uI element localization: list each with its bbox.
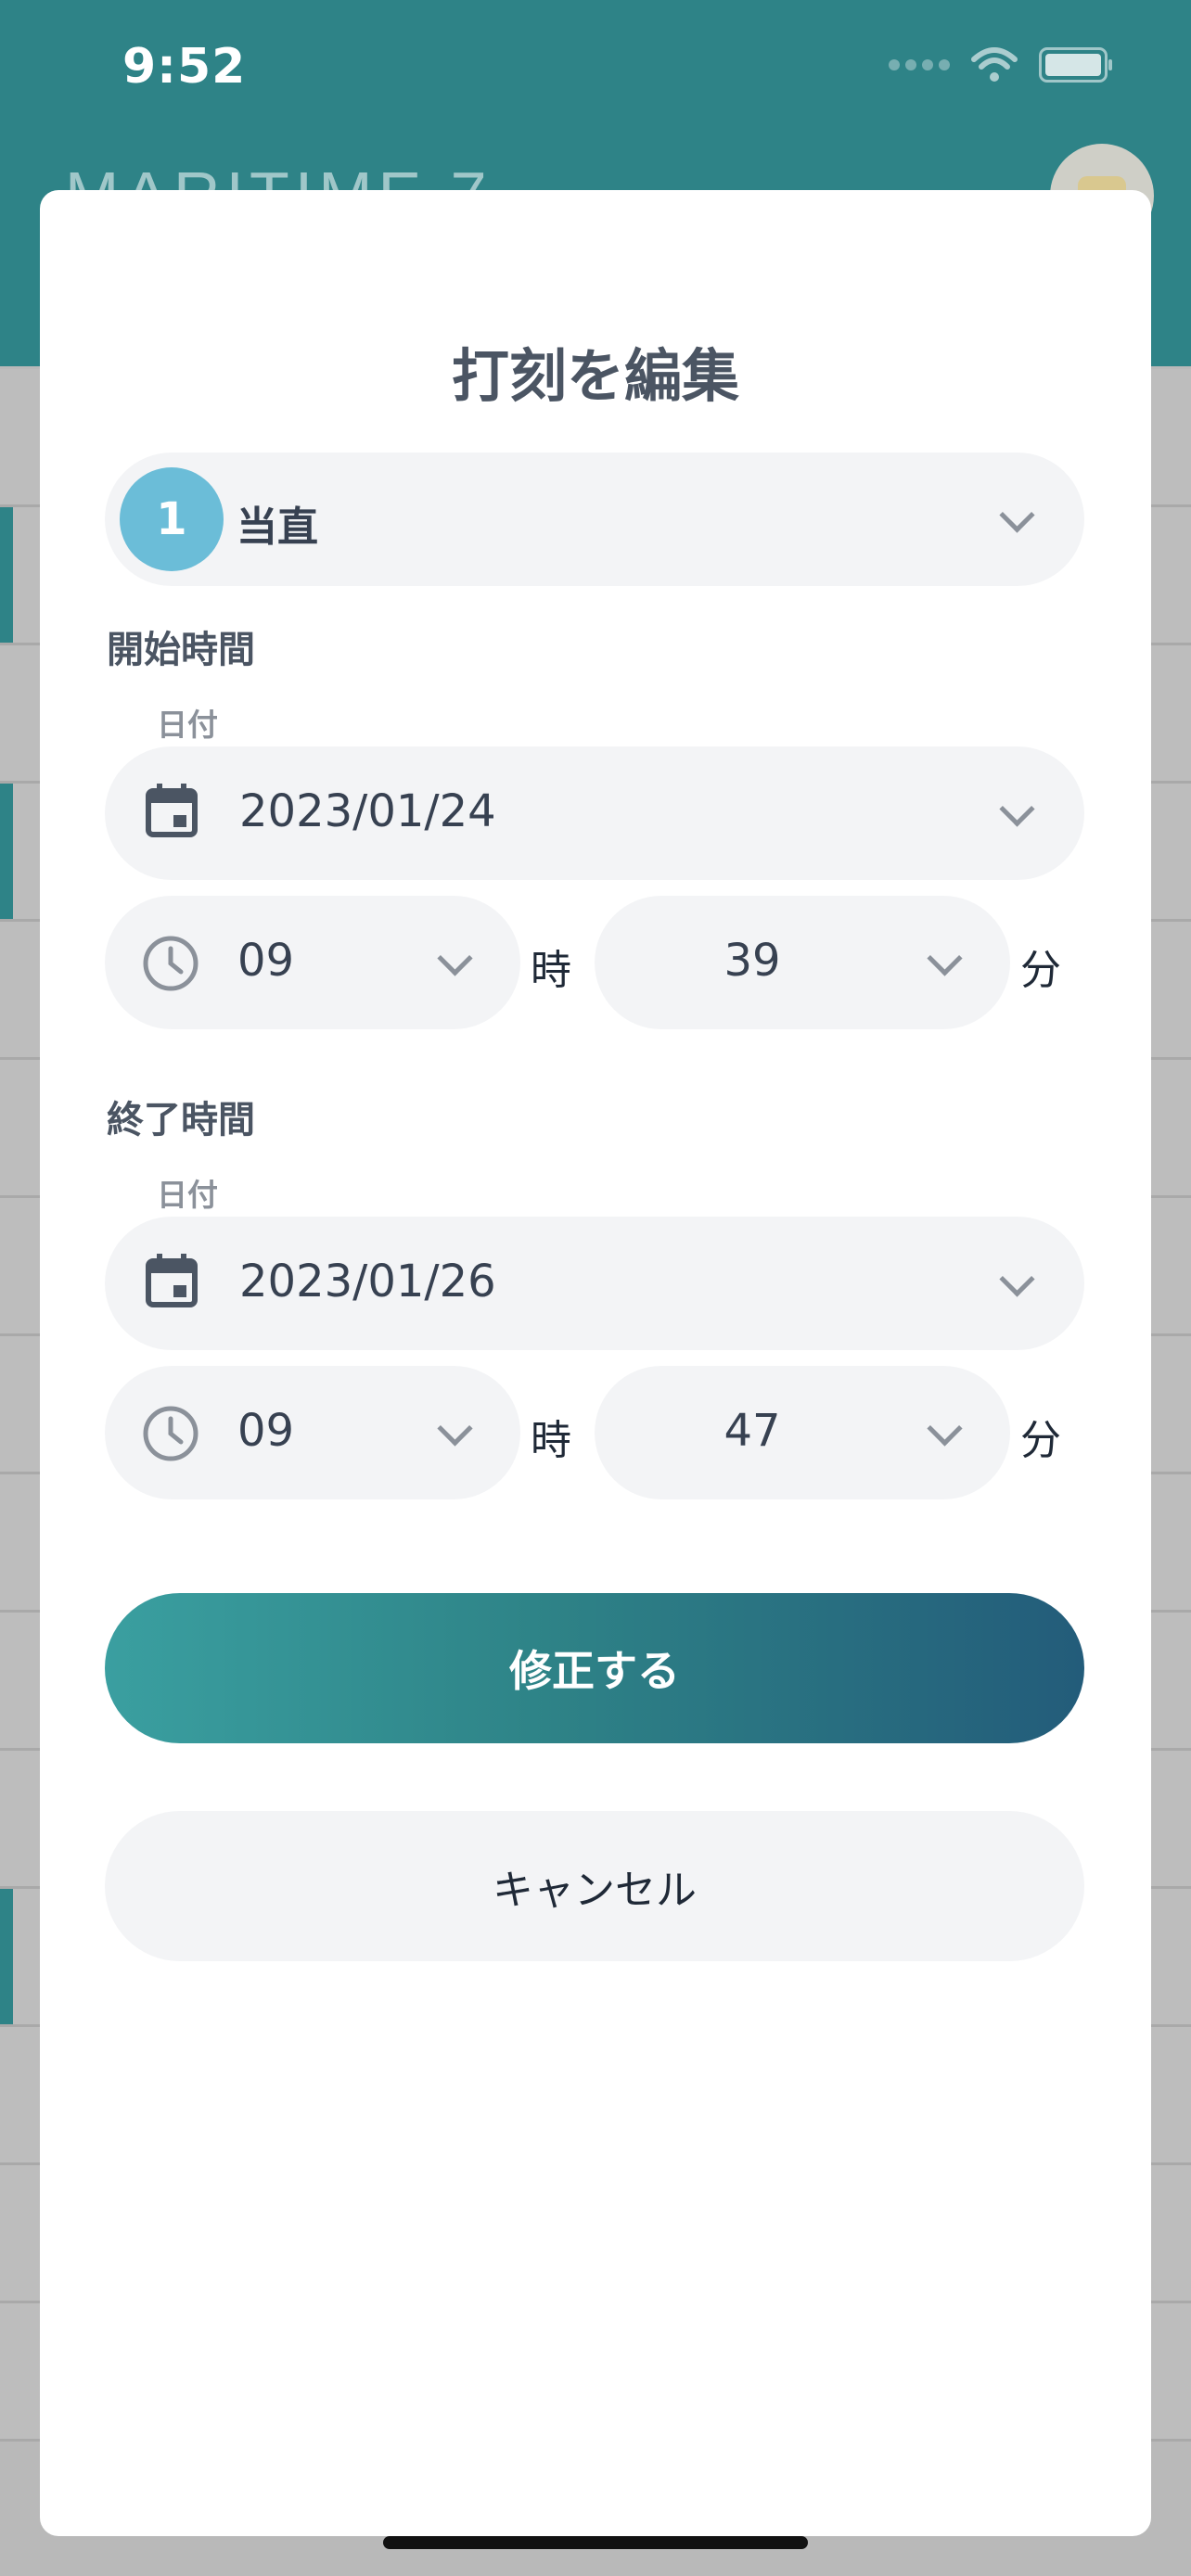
end-date-field[interactable]: 2023/01/26 [105, 1217, 1084, 1350]
minute-unit: 分 [1020, 1417, 1061, 1464]
chevron-down-icon [999, 497, 1035, 533]
status-icons [889, 46, 1112, 83]
type-badge: 1 [120, 467, 224, 571]
end-hour-value: 09 [237, 1405, 295, 1457]
type-label: 当直 [237, 504, 318, 551]
end-hour-select[interactable]: 09 [105, 1366, 520, 1499]
end-date-value: 2023/01/26 [239, 1256, 496, 1307]
calendar-icon [146, 1254, 198, 1307]
chevron-down-icon [999, 791, 1035, 827]
list-item-stripe [0, 1889, 13, 2024]
chevron-down-icon [927, 940, 963, 976]
edit-timestamp-modal: 打刻を編集 1 当直 開始時間 日付 2023/01/24 09 時 39 分 … [40, 190, 1151, 2536]
start-hour-select[interactable]: 09 [105, 896, 520, 1029]
wifi-icon [971, 47, 1018, 82]
end-minute-select[interactable]: 47 [595, 1366, 1010, 1499]
chevron-down-icon [999, 1261, 1035, 1297]
list-item-stripe [0, 507, 13, 643]
start-minute-value: 39 [724, 935, 781, 987]
start-date-caption: 日付 [157, 707, 218, 743]
start-hour-value: 09 [237, 935, 295, 987]
chevron-down-icon [437, 940, 473, 976]
status-time: 9:52 [122, 39, 247, 95]
end-time-label: 終了時間 [107, 1099, 255, 1141]
clock-icon [143, 936, 198, 991]
end-minute-value: 47 [724, 1405, 781, 1457]
hour-unit: 時 [531, 947, 571, 994]
submit-button[interactable]: 修正する [105, 1593, 1084, 1743]
modal-title: 打刻を編集 [451, 342, 739, 410]
home-indicator[interactable] [383, 2536, 808, 2549]
cancel-button[interactable]: キャンセル [105, 1811, 1084, 1961]
list-item-stripe [0, 784, 13, 919]
start-time-label: 開始時間 [107, 629, 255, 671]
cellular-signal-icon [889, 59, 950, 70]
hour-unit: 時 [531, 1417, 571, 1464]
chevron-down-icon [927, 1410, 963, 1447]
chevron-down-icon [437, 1410, 473, 1447]
end-date-caption: 日付 [157, 1177, 218, 1213]
calendar-icon [146, 784, 198, 837]
minute-unit: 分 [1020, 947, 1061, 994]
start-date-value: 2023/01/24 [239, 785, 496, 837]
start-minute-select[interactable]: 39 [595, 896, 1010, 1029]
type-select[interactable]: 1 当直 [105, 453, 1084, 586]
clock-icon [143, 1406, 198, 1461]
start-date-field[interactable]: 2023/01/24 [105, 746, 1084, 880]
battery-icon [1039, 47, 1112, 83]
